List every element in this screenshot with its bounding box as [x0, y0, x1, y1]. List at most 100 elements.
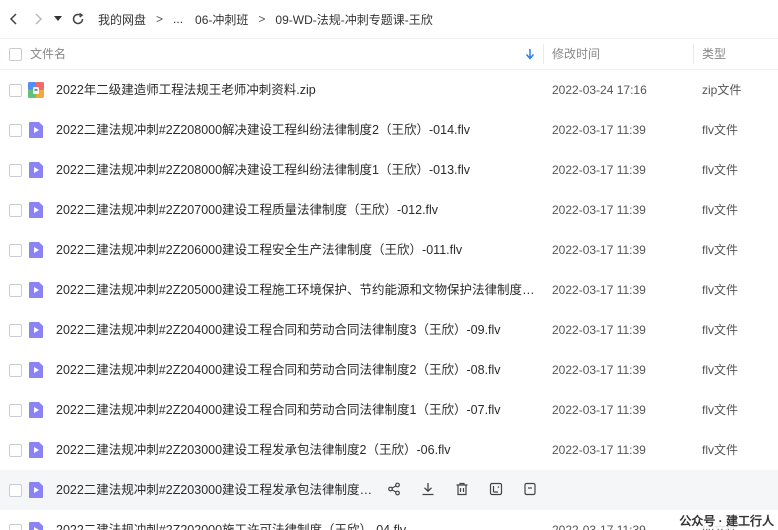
file-type: flv文件	[702, 443, 739, 457]
file-name[interactable]: 2022年二级建造师工程法规王老师冲刺资料.zip	[56, 70, 316, 110]
breadcrumb-item-ellipsis[interactable]: ...	[173, 12, 183, 26]
forward-button[interactable]	[26, 7, 50, 31]
row-checkbox[interactable]	[8, 403, 22, 417]
file-type: flv文件	[702, 123, 739, 137]
file-row[interactable]: 2022二建法规冲刺#2Z205000建设工程施工环境保护、节约能源和文物保护法…	[0, 270, 778, 310]
row-checkbox[interactable]	[8, 163, 22, 177]
row-checkbox-cell	[0, 270, 30, 310]
file-row[interactable]: 2022二建法规冲刺#2Z203000建设工程发承包法律制度1...	[0, 470, 778, 510]
column-divider[interactable]	[543, 44, 544, 64]
column-divider[interactable]	[693, 44, 694, 64]
file-modified-time: 2022-03-17 11:39	[552, 203, 646, 217]
row-checkbox[interactable]	[8, 283, 22, 297]
file-row[interactable]: 2022二建法规冲刺#2Z208000解决建设工程纠纷法律制度1（王欣）-013…	[0, 150, 778, 190]
breadcrumb-item-folder[interactable]: 06-冲刺班	[195, 11, 248, 28]
file-row[interactable]: 2022二建法规冲刺#2Z207000建设工程质量法律制度（王欣）-012.fl…	[0, 190, 778, 230]
download-icon	[421, 482, 435, 499]
delete-icon	[455, 482, 469, 499]
file-type: zip文件	[702, 83, 742, 97]
file-row[interactable]: 2022二建法规冲刺#2Z208000解决建设工程纠纷法律制度2（王欣）-014…	[0, 110, 778, 150]
row-checkbox-cell	[0, 350, 30, 390]
column-header-modified[interactable]: 修改时间	[552, 39, 600, 69]
file-row[interactable]: 2022二建法规冲刺#2Z202000施工许可法律制度（王欣）-04.flv 20…	[0, 510, 778, 530]
file-type: flv文件	[702, 323, 739, 337]
history-dropdown-button[interactable]	[50, 7, 66, 31]
file-name[interactable]: 2022二建法规冲刺#2Z204000建设工程合同和劳动合同法律制度2（王欣）-…	[56, 350, 501, 390]
select-all-checkbox[interactable]	[8, 47, 22, 61]
row-checkbox-cell	[0, 510, 30, 530]
file-name[interactable]: 2022二建法规冲刺#2Z206000建设工程安全生产法律制度（王欣）-011.…	[56, 230, 462, 270]
chevron-right-icon	[35, 13, 43, 25]
row-checkbox[interactable]	[8, 243, 22, 257]
file-name[interactable]: 2022二建法规冲刺#2Z208000解决建设工程纠纷法律制度2（王欣）-014…	[56, 110, 470, 150]
file-name[interactable]: 2022二建法规冲刺#2Z207000建设工程质量法律制度（王欣）-012.fl…	[56, 190, 438, 230]
file-name[interactable]: 2022二建法规冲刺#2Z202000施工许可法律制度（王欣）-04.flv	[56, 510, 406, 530]
breadcrumb-item-root[interactable]: 我的网盘	[98, 11, 146, 28]
row-checkbox[interactable]	[8, 203, 22, 217]
more-icon	[523, 482, 537, 499]
column-header-type[interactable]: 类型	[702, 39, 726, 69]
video-file-icon	[27, 481, 45, 499]
file-modified-time: 2022-03-17 11:39	[552, 403, 646, 417]
video-file-icon	[27, 441, 45, 459]
file-modified-time: 2022-03-17 11:39	[552, 163, 646, 177]
breadcrumb-separator: >	[156, 12, 164, 26]
select-all-cell	[0, 47, 30, 61]
file-type: flv文件	[702, 203, 739, 217]
row-checkbox-cell	[0, 110, 30, 150]
row-checkbox-cell	[0, 150, 30, 190]
file-name[interactable]: 2022二建法规冲刺#2Z203000建设工程发承包法律制度1...	[56, 470, 376, 510]
video-file-icon	[27, 361, 45, 379]
back-button[interactable]	[2, 7, 26, 31]
delete-button[interactable]	[454, 482, 470, 498]
row-checkbox-cell	[0, 390, 30, 430]
breadcrumb-separator: >	[258, 12, 266, 26]
file-row[interactable]: 2022二建法规冲刺#2Z204000建设工程合同和劳动合同法律制度1（王欣）-…	[0, 390, 778, 430]
file-type: flv文件	[702, 163, 739, 177]
caret-down-icon	[54, 16, 62, 21]
file-name[interactable]: 2022二建法规冲刺#2Z205000建设工程施工环境保护、节约能源和文物保护法…	[56, 270, 538, 310]
download-button[interactable]	[420, 482, 436, 498]
row-checkbox[interactable]	[8, 443, 22, 457]
row-checkbox-cell	[0, 190, 30, 230]
file-name[interactable]: 2022二建法规冲刺#2Z203000建设工程发承包法律制度2（王欣）-06.f…	[56, 430, 451, 470]
row-checkbox-cell	[0, 470, 30, 510]
share-button[interactable]	[386, 482, 402, 498]
file-row[interactable]: 2022年二级建造师工程法规王老师冲刺资料.zip 2022-03-24 17:1…	[0, 70, 778, 110]
row-checkbox[interactable]	[8, 363, 22, 377]
file-modified-time: 2022-03-17 11:39	[552, 243, 646, 257]
video-file-icon	[27, 201, 45, 219]
file-modified-time: 2022-03-17 11:39	[552, 323, 646, 337]
rename-button[interactable]	[488, 482, 504, 498]
row-checkbox[interactable]	[8, 523, 22, 530]
file-list: 2022年二级建造师工程法规王老师冲刺资料.zip 2022-03-24 17:1…	[0, 70, 778, 530]
rename-icon	[489, 482, 503, 499]
row-checkbox[interactable]	[8, 323, 22, 337]
file-name[interactable]: 2022二建法规冲刺#2Z204000建设工程合同和劳动合同法律制度3（王欣）-…	[56, 310, 501, 350]
refresh-icon	[72, 12, 84, 25]
column-header-name[interactable]: 文件名	[30, 39, 66, 69]
file-row[interactable]: 2022二建法规冲刺#2Z206000建设工程安全生产法律制度（王欣）-011.…	[0, 230, 778, 270]
file-type: flv文件	[702, 403, 739, 417]
row-checkbox[interactable]	[8, 83, 22, 97]
more-button[interactable]	[522, 482, 538, 498]
toolbar: 我的网盘 > ... 06-冲刺班 > 09-WD-法规-冲刺专题课-王欣	[0, 0, 778, 38]
video-file-icon	[27, 281, 45, 299]
row-checkbox[interactable]	[8, 123, 22, 137]
file-row[interactable]: 2022二建法规冲刺#2Z203000建设工程发承包法律制度2（王欣）-06.f…	[0, 430, 778, 470]
video-file-icon	[27, 121, 45, 139]
zip-archive-icon	[27, 81, 45, 99]
row-action-bar	[386, 482, 556, 498]
video-file-icon	[27, 521, 45, 530]
row-checkbox-cell	[0, 430, 30, 470]
file-row[interactable]: 2022二建法规冲刺#2Z204000建设工程合同和劳动合同法律制度2（王欣）-…	[0, 350, 778, 390]
row-checkbox-cell	[0, 310, 30, 350]
file-name[interactable]: 2022二建法规冲刺#2Z208000解决建设工程纠纷法律制度1（王欣）-013…	[56, 150, 470, 190]
file-name[interactable]: 2022二建法规冲刺#2Z204000建设工程合同和劳动合同法律制度1（王欣）-…	[56, 390, 501, 430]
row-checkbox[interactable]	[8, 483, 22, 497]
video-file-icon	[27, 161, 45, 179]
sort-descending-icon[interactable]	[525, 48, 535, 60]
refresh-button[interactable]	[66, 7, 90, 31]
file-type: flv文件	[702, 243, 739, 257]
file-row[interactable]: 2022二建法规冲刺#2Z204000建设工程合同和劳动合同法律制度3（王欣）-…	[0, 310, 778, 350]
